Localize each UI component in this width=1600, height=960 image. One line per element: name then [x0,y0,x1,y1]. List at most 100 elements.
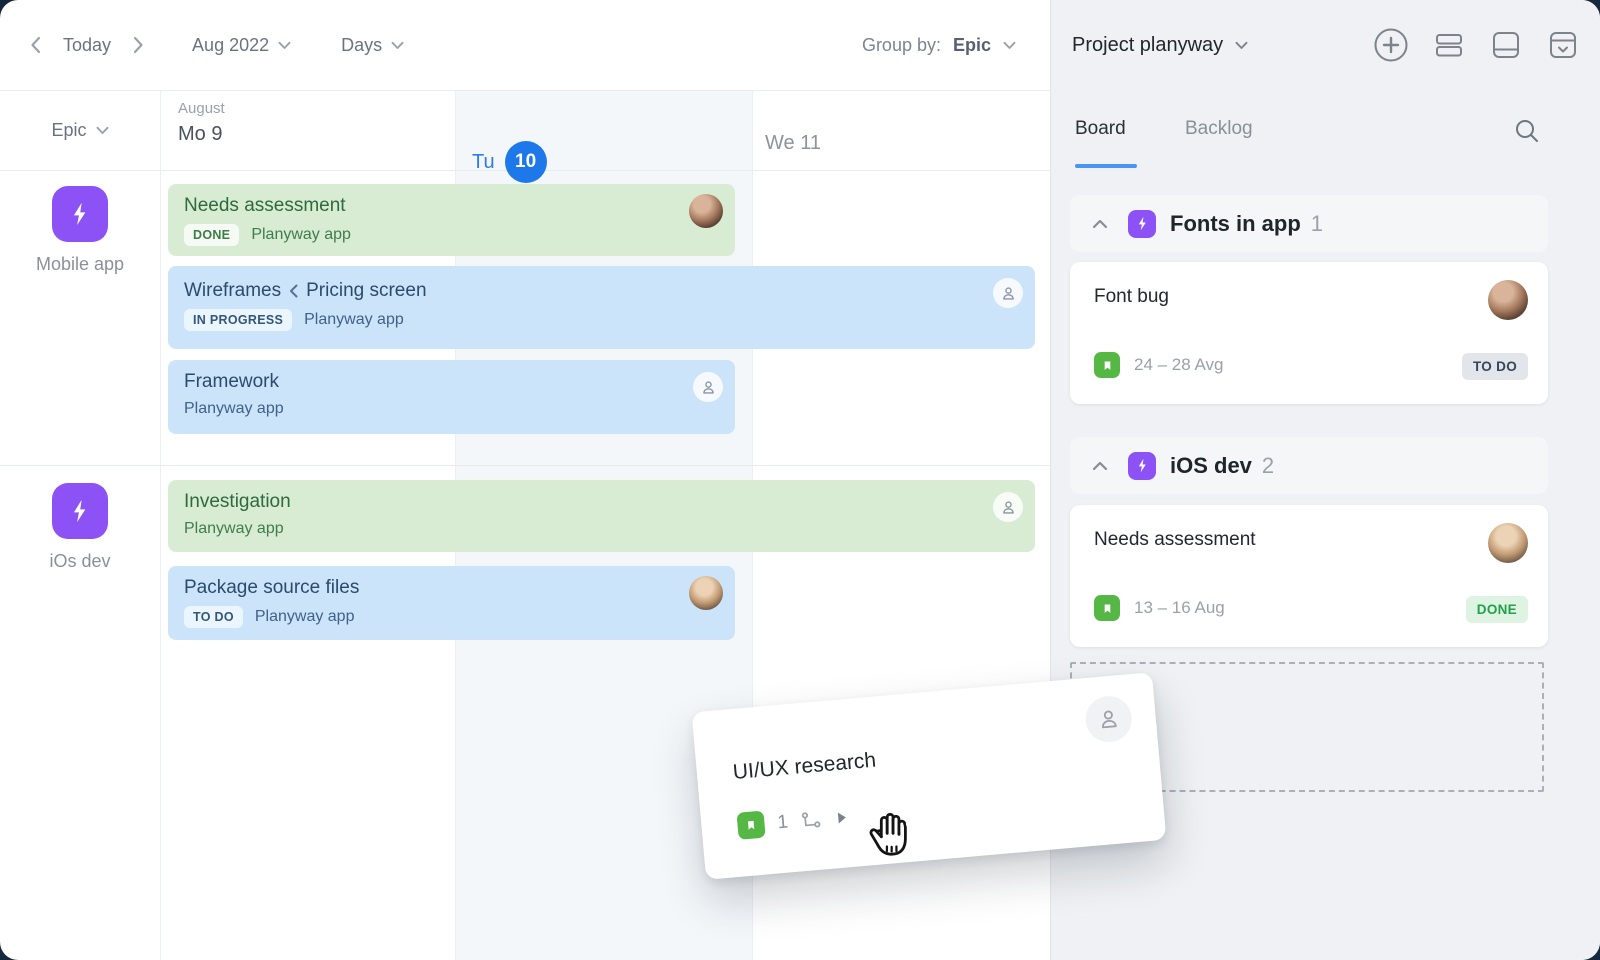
month-dropdown[interactable]: Aug 2022 [192,35,291,56]
add-task-button[interactable] [1369,23,1413,67]
chevron-down-icon [96,126,109,135]
project-dropdown[interactable]: Project planyway [1072,34,1248,57]
planyway-window: Today Aug 2022 Days Group by: Epic [0,0,1600,960]
card-project: Planyway app [184,400,284,418]
person-icon [693,372,723,402]
lightning-icon [1128,452,1156,480]
card-title: Font bug [1094,286,1169,308]
person-icon [993,492,1023,522]
chevron-up-icon [1092,219,1108,229]
group-by-label: Group by: [862,35,941,56]
day-header-mo9: August Mo 9 [178,100,225,180]
card-project: Planyway app [255,608,355,626]
section-count: 2 [1262,453,1274,479]
avatar [1488,523,1528,563]
bookmark-icon [1094,595,1120,621]
card-title-child: Pricing screen [306,280,426,302]
epic-row-ios-dev: iOs dev [0,483,160,572]
divider [0,465,1050,466]
today-date-badge: 10 [505,141,547,183]
card-title: Needs assessment [184,195,719,217]
status-badge: TO DO [1462,353,1528,380]
hand-cursor-icon [864,808,916,869]
chevron-down-icon [1003,41,1016,50]
avatar [1488,280,1528,320]
board-section-ios-dev[interactable]: iOS dev 2 [1070,437,1548,494]
epic-row-mobile-app: Mobile app [0,186,160,275]
status-badge: IN PROGRESS [184,309,292,331]
status-badge: DONE [1466,596,1528,623]
breadcrumb-chevron-icon [289,284,298,298]
card-project: Planyway app [251,226,351,244]
group-by-value: Epic [953,35,991,56]
panel-tabs: Board Backlog [1050,100,1600,170]
timeline-card-investigation[interactable]: Investigation Planyway app [168,480,1035,552]
card-dates: 13 – 16 Aug [1134,598,1225,618]
card-project: Planyway app [184,520,284,538]
board-card-font-bug[interactable]: Font bug 24 – 28 Avg TO DO [1070,262,1548,404]
person-icon [1084,694,1134,744]
bookmark-icon [1094,352,1120,378]
epic-selector-value: Epic [51,120,86,141]
today-button[interactable]: Today [63,35,111,56]
epic-name: Mobile app [0,254,160,275]
expand-arrow-icon [835,810,847,825]
subtasks-icon [800,810,823,830]
board-section-fonts-in-app[interactable]: Fonts in app 1 [1070,195,1548,252]
bottom-panel-layout-button[interactable] [1485,24,1527,66]
group-by-control[interactable]: Group by: Epic [862,0,1016,90]
search-icon [1514,118,1540,144]
epic-name: iOs dev [0,551,160,572]
timeline-card-package-source-files[interactable]: Package source files TO DO Planyway app [168,566,735,640]
rows-layout-icon [1432,28,1466,62]
card-title: UI/UX research [732,749,877,785]
day-header-we11: We 11 [765,132,821,212]
card-dates: 24 – 28 Avg [1134,355,1224,375]
chevron-up-icon [1092,461,1108,471]
prev-period-button[interactable] [26,32,45,58]
timeline-card-needs-assessment[interactable]: Needs assessment DONE Planyway app [168,184,735,256]
timescale-dropdown[interactable]: Days [341,35,404,56]
project-dropdown-value: Project planyway [1072,34,1223,57]
status-badge: TO DO [184,606,243,628]
plus-circle-icon [1373,27,1409,63]
tab-board[interactable]: Board [1075,118,1126,140]
board-card-needs-assessment[interactable]: Needs assessment 13 – 16 Aug DONE [1070,505,1548,647]
chevron-right-icon [133,36,144,54]
day-label: Mo 9 [178,123,225,146]
project-header: Project planyway [1050,0,1600,90]
chevron-down-icon [1235,41,1248,50]
next-period-button[interactable] [129,32,148,58]
panel-toolbar [1369,0,1584,90]
bookmark-icon [736,811,765,840]
lightning-icon [52,186,108,242]
timeline-card-wireframes-pricing[interactable]: Wireframes Pricing screen IN PROGRESS Pl… [168,266,1035,349]
active-tab-indicator [1075,164,1137,168]
section-title: Fonts in app [1170,211,1301,237]
card-title: Needs assessment [1094,529,1256,551]
subtask-count: 1 [777,811,789,834]
card-title-parent: Wireframes [184,280,281,302]
section-count: 1 [1311,211,1323,237]
timescale-dropdown-value: Days [341,35,382,56]
rows-layout-button[interactable] [1428,24,1470,66]
card-title: Package source files [184,577,719,599]
timeline-card-framework[interactable]: Framework Planyway app [168,360,735,434]
month-label: August [178,100,225,117]
status-badge: DONE [184,224,239,246]
lightning-icon [52,483,108,539]
chevron-down-icon [391,41,404,50]
section-title: iOS dev [1170,453,1252,479]
tab-backlog[interactable]: Backlog [1185,118,1253,140]
timeline-toolbar: Today Aug 2022 Days Group by: Epic [0,0,1050,90]
card-title: Framework [184,371,719,393]
search-button[interactable] [1510,114,1544,148]
dropdown-panel-icon [1546,28,1580,62]
bottom-panel-icon [1489,28,1523,62]
lightning-icon [1128,210,1156,238]
collapse-panel-button[interactable] [1542,24,1584,66]
day-label: We 11 [765,132,821,154]
avatar [689,576,723,610]
epic-group-selector[interactable]: Epic [0,90,160,170]
chevron-left-icon [30,36,41,54]
